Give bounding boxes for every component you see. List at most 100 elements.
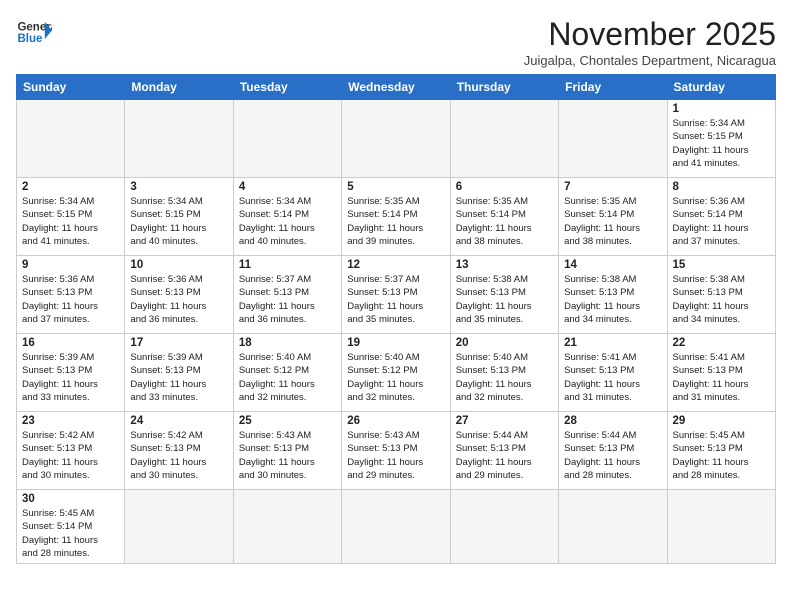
day-info: Sunrise: 5:41 AM Sunset: 5:13 PM Dayligh… (673, 351, 770, 404)
day-info: Sunrise: 5:43 AM Sunset: 5:13 PM Dayligh… (239, 429, 336, 482)
day-info: Sunrise: 5:40 AM Sunset: 5:12 PM Dayligh… (239, 351, 336, 404)
day-number: 4 (239, 181, 336, 193)
header-tuesday: Tuesday (233, 75, 341, 100)
day-info: Sunrise: 5:36 AM Sunset: 5:13 PM Dayligh… (22, 273, 119, 326)
day-info: Sunrise: 5:34 AM Sunset: 5:15 PM Dayligh… (130, 195, 227, 248)
day-number: 5 (347, 181, 444, 193)
day-number: 16 (22, 337, 119, 349)
day-number: 23 (22, 415, 119, 427)
calendar-cell-2-4: 13 Sunrise: 5:38 AM Sunset: 5:13 PM Dayli… (450, 256, 558, 334)
day-number: 9 (22, 259, 119, 271)
calendar-cell-2-5: 14Sunrise: 5:38 AM Sunset: 5:13 PM Dayli… (559, 256, 667, 334)
week-row-3: 9 Sunrise: 5:36 AM Sunset: 5:13 PM Daylig… (17, 256, 776, 334)
day-info: Sunrise: 5:35 AM Sunset: 5:14 PM Dayligh… (564, 195, 661, 248)
day-info: Sunrise: 5:36 AM Sunset: 5:13 PM Dayligh… (130, 273, 227, 326)
week-row-6: 30Sunrise: 5:45 AM Sunset: 5:14 PM Dayli… (17, 490, 776, 564)
day-number: 19 (347, 337, 444, 349)
title-area: November 2025 Juigalpa, Chontales Depart… (524, 16, 776, 68)
day-info: Sunrise: 5:35 AM Sunset: 5:14 PM Dayligh… (456, 195, 553, 248)
calendar-cell-3-6: 22Sunrise: 5:41 AM Sunset: 5:13 PM Dayli… (667, 334, 775, 412)
day-number: 28 (564, 415, 661, 427)
day-info: Sunrise: 5:34 AM Sunset: 5:15 PM Dayligh… (22, 195, 119, 248)
calendar-cell-1-6: 8 Sunrise: 5:36 AM Sunset: 5:14 PM Daylig… (667, 178, 775, 256)
day-number: 27 (456, 415, 553, 427)
calendar-cell-4-4: 27 Sunrise: 5:44 AM Sunset: 5:13 PM Dayli… (450, 412, 558, 490)
calendar-cell-4-0: 23Sunrise: 5:42 AM Sunset: 5:13 PM Dayli… (17, 412, 125, 490)
header-sunday: Sunday (17, 75, 125, 100)
day-number: 26 (347, 415, 444, 427)
day-number: 21 (564, 337, 661, 349)
day-number: 17 (130, 337, 227, 349)
calendar-cell-1-1: 3 Sunrise: 5:34 AM Sunset: 5:15 PM Daylig… (125, 178, 233, 256)
day-number: 11 (239, 259, 336, 271)
day-info: Sunrise: 5:40 AM Sunset: 5:13 PM Dayligh… (456, 351, 553, 404)
calendar-cell-5-6 (667, 490, 775, 564)
day-info: Sunrise: 5:45 AM Sunset: 5:13 PM Dayligh… (673, 429, 770, 482)
calendar-cell-1-0: 2 Sunrise: 5:34 AM Sunset: 5:15 PM Daylig… (17, 178, 125, 256)
calendar-cell-3-5: 21 Sunrise: 5:41 AM Sunset: 5:13 PM Dayli… (559, 334, 667, 412)
day-number: 2 (22, 181, 119, 193)
calendar-cell-4-3: 26 Sunrise: 5:43 AM Sunset: 5:13 PM Dayli… (342, 412, 450, 490)
calendar-cell-0-2 (233, 100, 341, 178)
calendar-cell-2-6: 15Sunrise: 5:38 AM Sunset: 5:13 PM Dayli… (667, 256, 775, 334)
header-saturday: Saturday (667, 75, 775, 100)
day-number: 18 (239, 337, 336, 349)
day-info: Sunrise: 5:34 AM Sunset: 5:14 PM Dayligh… (239, 195, 336, 248)
calendar-cell-5-2 (233, 490, 341, 564)
day-number: 29 (673, 415, 770, 427)
calendar-cell-0-6: 1 Sunrise: 5:34 AM Sunset: 5:15 PM Daylig… (667, 100, 775, 178)
calendar-cell-0-3 (342, 100, 450, 178)
day-number: 30 (22, 493, 119, 505)
calendar-cell-0-5 (559, 100, 667, 178)
day-number: 8 (673, 181, 770, 193)
day-info: Sunrise: 5:42 AM Sunset: 5:13 PM Dayligh… (130, 429, 227, 482)
week-row-1: 1 Sunrise: 5:34 AM Sunset: 5:15 PM Daylig… (17, 100, 776, 178)
calendar-cell-3-2: 18 Sunrise: 5:40 AM Sunset: 5:12 PM Dayli… (233, 334, 341, 412)
weekday-header-row: SundayMondayTuesdayWednesdayThursdayFrid… (17, 75, 776, 100)
day-number: 25 (239, 415, 336, 427)
day-number: 14 (564, 259, 661, 271)
day-number: 6 (456, 181, 553, 193)
header-wednesday: Wednesday (342, 75, 450, 100)
day-info: Sunrise: 5:36 AM Sunset: 5:14 PM Dayligh… (673, 195, 770, 248)
calendar-cell-0-4 (450, 100, 558, 178)
calendar-cell-5-1 (125, 490, 233, 564)
calendar-cell-1-5: 7Sunrise: 5:35 AM Sunset: 5:14 PM Daylig… (559, 178, 667, 256)
day-number: 20 (456, 337, 553, 349)
day-info: Sunrise: 5:39 AM Sunset: 5:13 PM Dayligh… (22, 351, 119, 404)
logo: General Blue (16, 16, 52, 52)
week-row-4: 16 Sunrise: 5:39 AM Sunset: 5:13 PM Dayli… (17, 334, 776, 412)
calendar-cell-2-0: 9 Sunrise: 5:36 AM Sunset: 5:13 PM Daylig… (17, 256, 125, 334)
calendar-cell-3-1: 17Sunrise: 5:39 AM Sunset: 5:13 PM Dayli… (125, 334, 233, 412)
day-info: Sunrise: 5:37 AM Sunset: 5:13 PM Dayligh… (239, 273, 336, 326)
day-info: Sunrise: 5:37 AM Sunset: 5:13 PM Dayligh… (347, 273, 444, 326)
calendar-cell-5-0: 30Sunrise: 5:45 AM Sunset: 5:14 PM Dayli… (17, 490, 125, 564)
calendar-cell-3-3: 19 Sunrise: 5:40 AM Sunset: 5:12 PM Dayli… (342, 334, 450, 412)
day-info: Sunrise: 5:41 AM Sunset: 5:13 PM Dayligh… (564, 351, 661, 404)
day-number: 24 (130, 415, 227, 427)
calendar-cell-5-4 (450, 490, 558, 564)
day-number: 3 (130, 181, 227, 193)
day-number: 13 (456, 259, 553, 271)
calendar-cell-2-2: 11 Sunrise: 5:37 AM Sunset: 5:13 PM Dayli… (233, 256, 341, 334)
day-info: Sunrise: 5:44 AM Sunset: 5:13 PM Dayligh… (564, 429, 661, 482)
calendar-table: SundayMondayTuesdayWednesdayThursdayFrid… (16, 74, 776, 564)
month-title: November 2025 (524, 16, 776, 53)
calendar-cell-4-1: 24 Sunrise: 5:42 AM Sunset: 5:13 PM Dayli… (125, 412, 233, 490)
day-number: 10 (130, 259, 227, 271)
page-header: General Blue November 2025 Juigalpa, Cho… (16, 16, 776, 68)
calendar-cell-5-3 (342, 490, 450, 564)
header-thursday: Thursday (450, 75, 558, 100)
day-info: Sunrise: 5:40 AM Sunset: 5:12 PM Dayligh… (347, 351, 444, 404)
day-info: Sunrise: 5:38 AM Sunset: 5:13 PM Dayligh… (456, 273, 553, 326)
calendar-cell-4-2: 25 Sunrise: 5:43 AM Sunset: 5:13 PM Dayli… (233, 412, 341, 490)
day-number: 1 (673, 103, 770, 115)
day-info: Sunrise: 5:34 AM Sunset: 5:15 PM Dayligh… (673, 117, 770, 170)
day-info: Sunrise: 5:44 AM Sunset: 5:13 PM Dayligh… (456, 429, 553, 482)
calendar-cell-3-0: 16 Sunrise: 5:39 AM Sunset: 5:13 PM Dayli… (17, 334, 125, 412)
calendar-cell-1-3: 5Sunrise: 5:35 AM Sunset: 5:14 PM Daylig… (342, 178, 450, 256)
calendar-cell-2-3: 12Sunrise: 5:37 AM Sunset: 5:13 PM Dayli… (342, 256, 450, 334)
calendar-cell-0-0 (17, 100, 125, 178)
calendar-cell-1-2: 4 Sunrise: 5:34 AM Sunset: 5:14 PM Daylig… (233, 178, 341, 256)
day-info: Sunrise: 5:43 AM Sunset: 5:13 PM Dayligh… (347, 429, 444, 482)
